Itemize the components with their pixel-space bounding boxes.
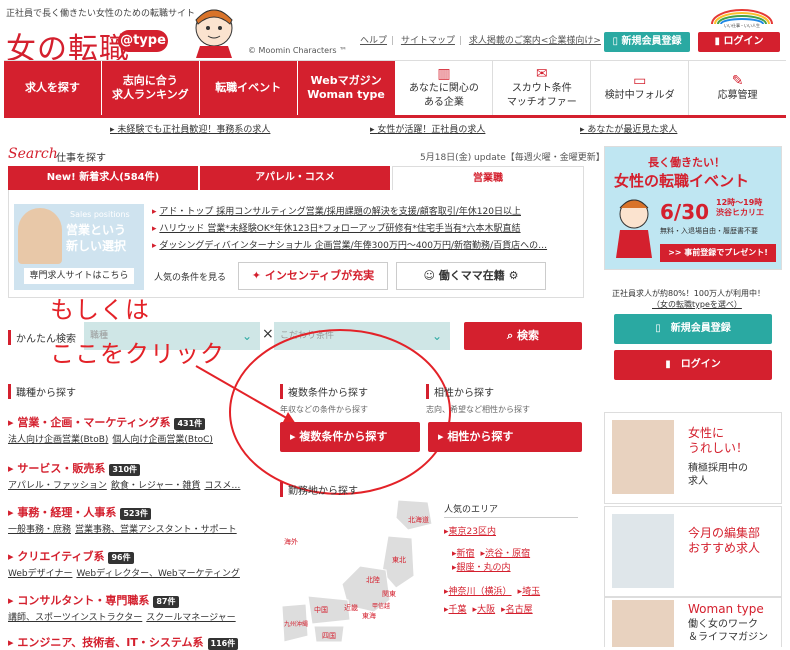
category-consultant[interactable]: ▸ コンサルタント・専門職系 87件 <box>8 592 179 608</box>
map-label-tohoku: 東北 <box>392 555 406 564</box>
category-subs: アパレル・ファッション 飲食・レジャー・雑貨 コスメ… <box>8 481 241 491</box>
map-label-hokuriku: 北陸 <box>366 575 380 584</box>
compat-desc: 志向、希望など相性から探す <box>426 405 530 414</box>
category-service[interactable]: ▸ サービス・販売系 310件 <box>8 460 141 476</box>
category-subs: 講師、スポーツインストラクター スクールマネージャー <box>8 613 236 623</box>
event-free: 無料・入退場自由・履歴書不要 <box>660 227 758 235</box>
event-title-1: 長く働きたい！ <box>648 156 725 169</box>
card-title: 今月の編集部 おすすめ求人 <box>688 526 761 555</box>
multi-search-button[interactable]: ▸ 複数条件から探す <box>280 422 420 452</box>
map-label-hokkaido: 北海道 <box>408 515 429 524</box>
category-section-title: 職種から探す <box>8 384 76 399</box>
map-label-kyushu: 九州沖縄 <box>284 620 308 628</box>
map-label-kanto: 関東 <box>382 589 396 598</box>
map-label-overseas: 海外 <box>284 537 298 546</box>
area-row: ▸新宿 ▸渋谷・原宿 <box>452 549 531 559</box>
category-subs: 法人向け企画営業(BtoB) 個人向け企画営業(BtoC) <box>8 435 213 445</box>
event-mascot <box>616 199 652 258</box>
woman-photo <box>612 420 674 494</box>
card-title: Woman type <box>688 602 764 616</box>
category-subs: Webデザイナー Webディレクター、Webマーケティング <box>8 569 240 579</box>
category-creative[interactable]: ▸ クリエイティブ系 96件 <box>8 548 134 564</box>
location-title: 勤務地から探す <box>280 482 358 497</box>
popular-area-title: 人気のエリア <box>444 502 578 518</box>
map-label-shikoku: 四国 <box>322 632 336 640</box>
login-button-side[interactable]: ▮ ログイン <box>614 350 772 380</box>
compat-search-button[interactable]: ▸ 相性から探す <box>428 422 582 452</box>
japan-map: 北海道 東北 北陸 関東 甲信越 中国 近畿 東海 四国 九州沖縄 海外 <box>281 499 433 643</box>
register-button-side[interactable]: ▯ 新規会員登録 <box>614 314 772 344</box>
map-label-chugoku: 中国 <box>314 605 328 614</box>
map-label-kinki: 近畿 <box>344 603 358 612</box>
category-engineer[interactable]: ▸ エンジニア、技術者、IT・システム系 116件 <box>8 634 239 650</box>
compat-title: 相性から探す <box>426 384 494 399</box>
event-register-button[interactable]: >> 事前登録でプレゼント! <box>660 244 776 262</box>
event-time: 12時〜19時 渋谷ヒカリエ <box>716 198 764 217</box>
side-note: 正社員求人が約80%！100万人が利用中！ （女の転職typeを選べ） <box>612 289 766 309</box>
category-subs: 一般事務・庶務 営業事務、営業アシスタント・サポート <box>8 525 237 535</box>
user-icon: ▮ <box>665 359 681 370</box>
event-date: 6/30 <box>660 200 710 224</box>
laptop-photo <box>612 514 674 588</box>
map-label-koshinetsu: 甲信越 <box>372 602 390 610</box>
category-office[interactable]: ▸ 事務・経理・人事系 523件 <box>8 504 152 520</box>
multi-title: 複数条件から探す <box>280 384 368 399</box>
magazine-photo <box>612 600 674 647</box>
card-title: 女性に うれしい！ <box>688 426 749 455</box>
category-sales[interactable]: ▸ 営業・企画・マーケティング系 431件 <box>8 414 206 430</box>
area-row: ▸東京23区内 <box>444 527 496 537</box>
card-sub: 働く女のワーク ＆ライフマガジン <box>688 619 768 643</box>
area-row: ▸銀座・丸の内 <box>452 563 511 573</box>
book-icon: ▯ <box>655 323 671 334</box>
map-label-tokai: 東海 <box>362 611 376 620</box>
area-row: ▸神奈川（横浜） ▸埼玉 <box>444 587 541 597</box>
event-title-2: 女性の転職イベント <box>614 172 750 190</box>
card-sub: 積極採用中の 求人 <box>688 463 748 487</box>
multi-desc: 年収などの条件から探す <box>280 405 368 414</box>
area-row: ▸千葉 ▸大阪 ▸名古屋 <box>444 605 533 615</box>
